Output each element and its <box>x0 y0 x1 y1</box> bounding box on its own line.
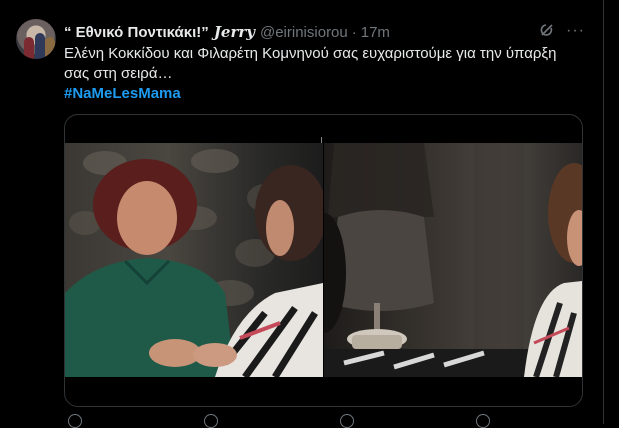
more-options-icon[interactable]: ··· <box>566 22 584 40</box>
avatar-figure <box>24 37 34 59</box>
views-icon[interactable] <box>476 414 490 428</box>
avatar[interactable] <box>16 19 56 59</box>
user-handle[interactable]: @eirinisiorou <box>260 24 348 41</box>
tweet-media-video[interactable] <box>64 114 583 407</box>
display-name-fancy[interactable]: Jerry <box>214 23 255 41</box>
like-icon[interactable] <box>340 414 354 428</box>
video-frame-right <box>324 143 582 377</box>
grok-icon[interactable] <box>538 22 556 40</box>
column-divider <box>603 0 604 424</box>
avatar-figure <box>35 33 45 59</box>
reply-icon[interactable] <box>68 414 82 428</box>
action-bar <box>64 414 584 428</box>
tweet-text: Ελένη Κοκκίδου και Φιλαρέτη Κομνηνού σας… <box>64 45 557 82</box>
display-name[interactable]: “ Εθνικό Ποντικάκι!” <box>64 24 209 41</box>
timestamp[interactable]: 17m <box>361 24 390 41</box>
scene-right-illustration <box>324 143 582 377</box>
video-frame-left <box>65 143 323 377</box>
separator-dot: · <box>351 23 357 41</box>
avatar-figure <box>45 37 55 59</box>
scene-left-illustration <box>65 149 323 377</box>
hashtag-link[interactable]: #NaMeLesMama <box>64 84 181 104</box>
tweet[interactable]: “ Εθνικό Ποντικάκι!” Jerry @eirinisiorou… <box>0 0 603 428</box>
retweet-icon[interactable] <box>204 414 218 428</box>
tweet-header: “ Εθνικό Ποντικάκι!” Jerry @eirinisiorou… <box>64 22 390 42</box>
